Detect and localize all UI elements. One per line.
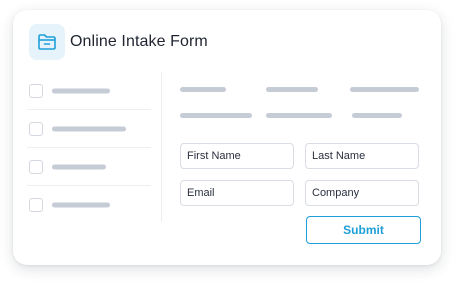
checkbox[interactable] <box>29 198 43 212</box>
placeholder-text-line <box>350 87 419 92</box>
placeholder-text-line <box>180 113 252 118</box>
intake-form-card: Online Intake Form First Name Last Name … <box>13 10 441 265</box>
placeholder-text-line <box>266 113 332 118</box>
placeholder-text-line <box>180 87 226 92</box>
submit-button[interactable]: Submit <box>306 216 421 244</box>
checkbox[interactable] <box>29 160 43 174</box>
vertical-divider <box>161 72 162 222</box>
placeholder-text-line <box>52 88 110 94</box>
email-field[interactable]: Email <box>180 180 294 206</box>
placeholder-text-line <box>52 164 106 170</box>
placeholder-text-line <box>266 87 318 92</box>
placeholder-text-line <box>52 202 110 208</box>
last-name-field[interactable]: Last Name <box>305 143 419 169</box>
form-title: Online Intake Form <box>70 33 208 50</box>
placeholder-text-line <box>352 113 402 118</box>
sidebar-list-item[interactable] <box>27 110 151 148</box>
sidebar-list-item[interactable] <box>27 72 151 110</box>
checkbox[interactable] <box>29 122 43 136</box>
checkbox[interactable] <box>29 84 43 98</box>
company-field[interactable]: Company <box>305 180 419 206</box>
folder-icon <box>38 34 56 50</box>
first-name-field[interactable]: First Name <box>180 143 294 169</box>
form-header-icon-tile <box>29 24 65 60</box>
placeholder-text-line <box>52 126 126 132</box>
sidebar-list-item[interactable] <box>27 148 151 186</box>
sidebar-list-item[interactable] <box>27 186 151 224</box>
